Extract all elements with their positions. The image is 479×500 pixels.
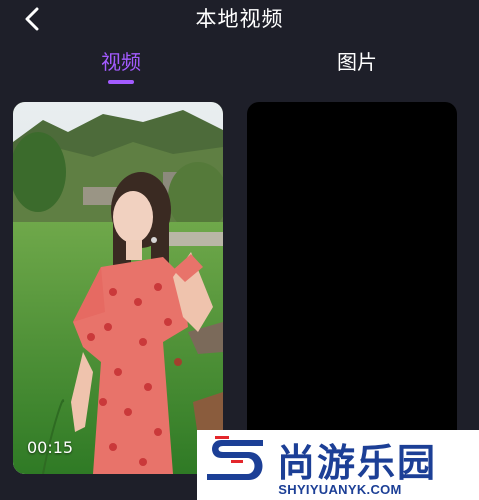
tab-video[interactable]: 视频 (61, 46, 181, 75)
watermark-name: 尚游乐园 (277, 441, 438, 485)
page-title: 本地视频 (195, 7, 284, 31)
video-duration-label: 00:15 (27, 438, 74, 457)
tab-image[interactable]: 图片 (297, 46, 417, 75)
watermark-banner: 尚游乐园 SHYIYUANYK.COM (197, 430, 479, 500)
watermark-logo-icon (207, 436, 263, 480)
active-tab-indicator (108, 80, 134, 84)
media-tabs: 视频 图片 (0, 46, 479, 90)
video-thumbnail-card[interactable]: 00:15 (13, 102, 223, 474)
app-header: 本地视频 (0, 0, 479, 36)
video-thumbnail-image (13, 102, 223, 474)
image-thumbnail-card[interactable] (247, 102, 457, 474)
watermark-url: SHYIYUANYK.COM (278, 482, 402, 497)
